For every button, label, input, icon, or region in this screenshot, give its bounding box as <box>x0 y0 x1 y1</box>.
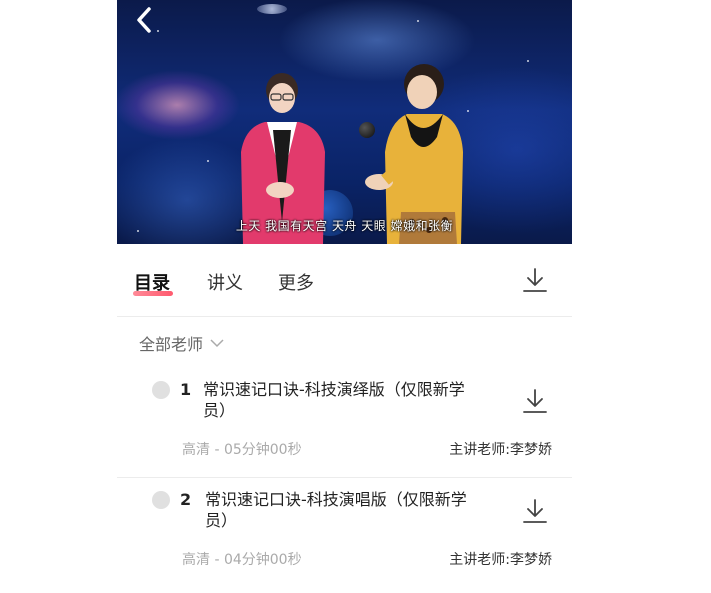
download-icon <box>523 499 547 523</box>
lesson-list-panel: 全部老师 1 常识速记口诀-科技演绎版（仅限新学员） 高清 - 05分钟00秒 … <box>117 317 572 593</box>
teacher-filter-label: 全部老师 <box>139 335 204 354</box>
chevron-left-icon <box>137 7 151 33</box>
chevron-down-icon <box>210 339 224 348</box>
star-decoration <box>417 20 419 22</box>
download-icon <box>523 389 547 413</box>
lesson-duration: 高清 - 05分钟00秒 <box>182 442 302 458</box>
video-subtitle: 上天 我国有天宫 天舟 天眼 嫦娥和张衡 <box>235 219 454 233</box>
teacher-filter-dropdown[interactable]: 全部老师 <box>139 331 225 355</box>
lesson-number: 1 <box>180 380 192 399</box>
progress-dot <box>152 381 170 399</box>
app-screen: 上天 我国有天宫 天舟 天眼 嫦娥和张衡 目录 讲义 更多 全部老师 1 常识速… <box>117 0 572 593</box>
lesson-number: 2 <box>180 490 192 509</box>
lesson-download-button[interactable] <box>522 497 548 525</box>
tab-bar: 目录 讲义 更多 <box>117 244 572 317</box>
lesson-title: 常识速记口诀-科技演唱版（仅限新学员） <box>205 490 467 530</box>
lesson-title: 常识速记口诀-科技演绎版（仅限新学员） <box>203 380 465 420</box>
progress-dot <box>152 491 170 509</box>
star-decoration <box>207 160 209 162</box>
active-tab-indicator <box>133 291 173 296</box>
back-button[interactable] <box>133 6 157 34</box>
lesson-teacher: 主讲老师:李梦娇 <box>449 552 552 568</box>
lesson-teacher: 主讲老师:李梦娇 <box>449 442 552 458</box>
divider <box>117 477 572 478</box>
download-icon <box>523 268 547 292</box>
lesson-item[interactable]: 2 常识速记口诀-科技演唱版（仅限新学员） 高清 - 04分钟00秒 主讲老师:… <box>117 480 572 585</box>
lesson-duration: 高清 - 04分钟00秒 <box>182 552 302 568</box>
tab-more[interactable]: 更多 <box>278 269 314 295</box>
star-decoration <box>527 60 529 62</box>
video-player[interactable]: 上天 我国有天宫 天舟 天眼 嫦娥和张衡 <box>117 0 572 244</box>
tab-handout[interactable]: 讲义 <box>207 269 243 295</box>
planet-decoration <box>257 4 287 14</box>
download-all-button[interactable] <box>522 266 548 294</box>
lesson-download-button[interactable] <box>522 387 548 415</box>
star-decoration <box>157 30 159 32</box>
lesson-item[interactable]: 1 常识速记口诀-科技演绎版（仅限新学员） 高清 - 05分钟00秒 主讲老师:… <box>117 369 572 474</box>
